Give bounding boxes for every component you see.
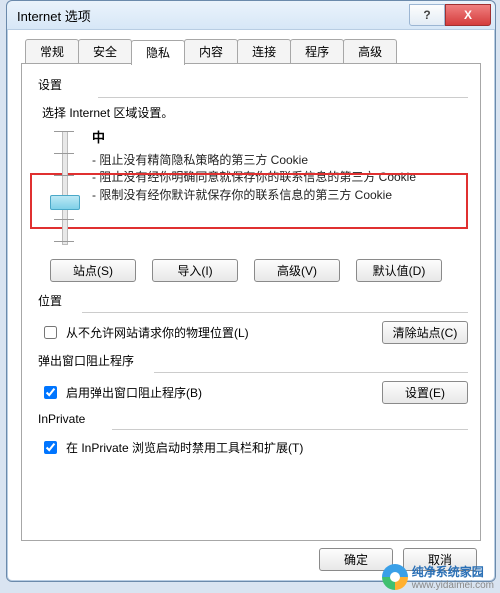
location-checkbox-label: 从不允许网站请求你的物理位置(L) — [66, 324, 249, 341]
watermark: 纯净系统家园 www.yidaimei.com — [382, 563, 494, 591]
tab-panel-privacy: 设置 选择 Internet 区域设置。 中 - 阻止没有精简隐私策略的第三方 … — [21, 63, 481, 541]
privacy-slider-area: 中 - 阻止没有精简隐私策略的第三方 Cookie - 阻止没有经你明确同意就保… — [34, 125, 468, 247]
inprivate-checkbox-row[interactable]: 在 InPrivate 浏览启动时禁用工具栏和扩展(T) — [40, 438, 303, 457]
popup-section-label: 弹出窗口阻止程序 — [38, 352, 468, 369]
titlebar[interactable]: Internet 选项 ? X — [7, 1, 495, 30]
privacy-level-label: 中 — [92, 127, 432, 146]
desc-line-3: - 限制没有经你默许就保存你的联系信息的第三方 Cookie — [92, 187, 432, 204]
zone-text: 选择 Internet 区域设置。 — [42, 104, 468, 121]
popup-checkbox[interactable] — [44, 386, 57, 399]
location-group: 位置 从不允许网站请求你的物理位置(L) 清除站点(C) — [34, 292, 468, 346]
location-section-label: 位置 — [38, 292, 468, 309]
location-checkbox-row[interactable]: 从不允许网站请求你的物理位置(L) — [40, 323, 249, 342]
inprivate-checkbox-label: 在 InPrivate 浏览启动时禁用工具栏和扩展(T) — [66, 439, 303, 456]
location-checkbox[interactable] — [44, 326, 57, 339]
tab-security[interactable]: 安全 — [78, 39, 132, 64]
slider-thumb[interactable] — [50, 195, 80, 210]
tab-strip: 常规 安全 隐私 内容 连接 程序 高级 — [7, 30, 495, 63]
popup-settings-button[interactable]: 设置(E) — [382, 381, 468, 404]
settings-section-label: 设置 — [38, 76, 468, 93]
inprivate-section-label: InPrivate — [38, 412, 468, 426]
default-button[interactable]: 默认值(D) — [356, 259, 442, 282]
slider-text-block: 中 - 阻止没有精简隐私策略的第三方 Cookie - 阻止没有经你明确同意就保… — [92, 125, 432, 247]
watermark-url: www.yidaimei.com — [412, 580, 494, 591]
tab-advanced[interactable]: 高级 — [343, 39, 397, 64]
window-buttons: ? X — [409, 4, 491, 26]
popup-checkbox-row[interactable]: 启用弹出窗口阻止程序(B) — [40, 383, 202, 402]
tab-general[interactable]: 常规 — [25, 39, 79, 64]
help-button[interactable]: ? — [409, 4, 445, 26]
desc-line-2: - 阻止没有经你明确同意就保存你的联系信息的第三方 Cookie — [92, 169, 432, 186]
privacy-level-slider[interactable] — [40, 131, 88, 243]
privacy-buttons-row: 站点(S) 导入(I) 高级(V) 默认值(D) — [50, 259, 468, 282]
watermark-logo-icon — [382, 564, 408, 590]
divider — [98, 97, 468, 98]
tab-content[interactable]: 内容 — [184, 39, 238, 64]
tab-connections[interactable]: 连接 — [237, 39, 291, 64]
popup-checkbox-label: 启用弹出窗口阻止程序(B) — [66, 384, 202, 401]
inprivate-group: InPrivate 在 InPrivate 浏览启动时禁用工具栏和扩展(T) — [34, 412, 468, 459]
close-button[interactable]: X — [445, 4, 491, 26]
import-button[interactable]: 导入(I) — [152, 259, 238, 282]
clear-sites-button[interactable]: 清除站点(C) — [382, 321, 468, 344]
popup-group: 弹出窗口阻止程序 启用弹出窗口阻止程序(B) 设置(E) — [34, 352, 468, 406]
privacy-level-description: - 阻止没有精简隐私策略的第三方 Cookie - 阻止没有经你明确同意就保存你… — [92, 152, 432, 204]
advanced-button[interactable]: 高级(V) — [254, 259, 340, 282]
inprivate-checkbox[interactable] — [44, 441, 57, 454]
window-title: Internet 选项 — [17, 6, 91, 25]
tab-programs[interactable]: 程序 — [290, 39, 344, 64]
watermark-text: 纯净系统家园 — [412, 565, 484, 579]
divider — [112, 429, 468, 430]
dialog-window: Internet 选项 ? X 常规 安全 隐私 内容 连接 程序 高级 设置 … — [6, 0, 496, 582]
divider — [82, 312, 468, 313]
tab-privacy[interactable]: 隐私 — [131, 40, 185, 65]
desc-line-1: - 阻止没有精简隐私策略的第三方 Cookie — [92, 152, 432, 169]
divider — [154, 372, 468, 373]
sites-button[interactable]: 站点(S) — [50, 259, 136, 282]
